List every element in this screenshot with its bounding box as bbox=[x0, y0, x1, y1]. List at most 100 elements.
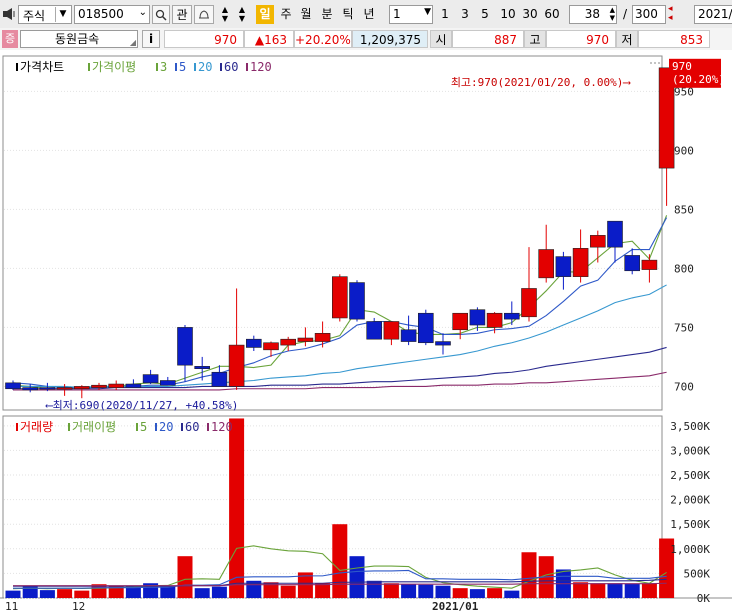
candle-body bbox=[74, 386, 90, 390]
candle-body bbox=[589, 235, 606, 248]
volume-tick-label: 3,000K bbox=[670, 444, 710, 457]
range-separator: / bbox=[622, 7, 628, 21]
minute-preset-1[interactable]: 1 bbox=[438, 5, 452, 24]
x-axis-label: 12 bbox=[72, 600, 85, 613]
low-annotation: ⟵최저:690(2020/11/27, +40.58%) bbox=[45, 399, 238, 412]
period-year-button[interactable]: 년 bbox=[361, 5, 377, 24]
minute-preset-30[interactable]: 30 bbox=[520, 5, 540, 24]
volume-bar bbox=[349, 556, 365, 598]
low-cell: 853 bbox=[638, 30, 710, 48]
stock-name-field[interactable]: 동원금속 ◢ bbox=[20, 30, 138, 48]
price-legend-item: 3 bbox=[160, 60, 167, 74]
volume-bar bbox=[607, 583, 623, 598]
bell-icon bbox=[199, 10, 209, 19]
candle-body bbox=[56, 387, 73, 390]
candle-body bbox=[5, 382, 21, 390]
legend-marker bbox=[207, 423, 209, 431]
mark-button[interactable]: 관 bbox=[172, 5, 192, 24]
volume-bar bbox=[487, 588, 503, 598]
reset-icon[interactable]: ◂ ◂ bbox=[668, 5, 682, 24]
candle-body bbox=[22, 387, 39, 391]
volume-bar bbox=[624, 583, 640, 598]
legend-marker bbox=[194, 63, 196, 71]
resize-icon: ◢ bbox=[129, 38, 136, 47]
unit-select[interactable]: 1 ▼ bbox=[389, 5, 433, 24]
volume-bar bbox=[590, 583, 606, 598]
legend-marker bbox=[16, 63, 18, 71]
candle-body bbox=[297, 337, 314, 342]
candle-body bbox=[607, 220, 623, 248]
volume-bar bbox=[211, 586, 227, 598]
volume-cell: 1,209,375 bbox=[352, 30, 428, 48]
volume-bar bbox=[366, 580, 382, 598]
minute-preset-5[interactable]: 5 bbox=[478, 5, 492, 24]
period-minute-button[interactable]: 분 bbox=[319, 5, 335, 24]
volume-bar bbox=[435, 585, 451, 598]
candle-body bbox=[331, 276, 348, 319]
stock-chart[interactable]: 7007508008509009500K500K1,000K1,500K2,00… bbox=[0, 50, 732, 613]
volume-bar bbox=[521, 552, 537, 598]
candle-body bbox=[486, 312, 503, 328]
change-cell: ▲163 bbox=[244, 30, 294, 48]
candle-body bbox=[572, 248, 589, 277]
volume-tick-label: 500K bbox=[684, 567, 711, 580]
prev-next-spinner[interactable]: ▲ ▼ bbox=[217, 5, 233, 24]
scroll-spinner[interactable]: ▲ ▼ bbox=[236, 5, 248, 24]
legend-marker bbox=[68, 423, 70, 431]
open-cell: 887 bbox=[452, 30, 524, 48]
market-badge: 증 bbox=[2, 30, 18, 48]
candle-body bbox=[469, 309, 486, 326]
range-shown-value: 38 bbox=[584, 7, 600, 21]
chevron-down-icon: ⌄ bbox=[138, 7, 147, 18]
legend-marker bbox=[136, 423, 138, 431]
quote-bar: 증 동원금속 ◢ i 970 ▲163 +20.20% 1,209,375 시 … bbox=[0, 28, 732, 51]
candle-body bbox=[246, 338, 262, 348]
minute-preset-60[interactable]: 60 bbox=[542, 5, 562, 24]
change-pct-cell: +20.20% bbox=[294, 30, 352, 48]
x-axis-label: 2021/01 bbox=[432, 600, 479, 613]
range-shown-input[interactable]: 38 ▲ ▼ bbox=[569, 5, 617, 24]
volume-tick-label: 3,500K bbox=[670, 420, 710, 433]
candle-body bbox=[538, 249, 555, 279]
period-week-button[interactable]: 주 bbox=[278, 5, 294, 24]
code-input[interactable]: 018500 ⌄ bbox=[74, 5, 150, 24]
search-button[interactable] bbox=[152, 5, 170, 24]
volume-tick-label: 2,500K bbox=[670, 469, 710, 482]
range-total-input[interactable]: 300 bbox=[632, 5, 666, 24]
candle-body bbox=[108, 383, 124, 388]
volume-tick-label: 0K bbox=[697, 592, 711, 605]
price-tick-label: 850 bbox=[674, 203, 694, 216]
candle-body bbox=[280, 338, 297, 346]
stock-name: 동원금속 bbox=[55, 32, 100, 46]
sync-button[interactable] bbox=[194, 5, 214, 24]
price-tick-label: 750 bbox=[674, 321, 694, 334]
legend-marker bbox=[175, 63, 177, 71]
minute-preset-3[interactable]: 3 bbox=[458, 5, 472, 24]
speaker-icon[interactable] bbox=[2, 7, 16, 21]
market-value: 주식 bbox=[23, 9, 46, 23]
minute-preset-10[interactable]: 10 bbox=[498, 5, 518, 24]
volume-tick-label: 1,000K bbox=[670, 543, 710, 556]
date-value: 2021/0 bbox=[698, 7, 732, 21]
legend-marker bbox=[156, 63, 158, 71]
date-input[interactable]: 2021/0 bbox=[694, 5, 732, 24]
info-button[interactable]: i bbox=[142, 30, 160, 48]
period-tick-button[interactable]: 틱 bbox=[340, 5, 356, 24]
candle-body bbox=[263, 342, 279, 351]
price-legend-item: 가격이평 bbox=[92, 60, 136, 74]
period-day-button[interactable]: 일 bbox=[256, 5, 274, 24]
current-price-pct: (20.20%) bbox=[672, 73, 725, 86]
candle-body bbox=[435, 341, 451, 346]
candle-body bbox=[314, 332, 331, 342]
market-select[interactable]: 주식 ▼ bbox=[18, 5, 72, 24]
period-month-button[interactable]: 월 bbox=[298, 5, 314, 24]
volume-bar bbox=[57, 589, 73, 598]
price-panel bbox=[2, 55, 663, 411]
volume-bar bbox=[418, 584, 434, 598]
open-label: 시 bbox=[430, 30, 452, 48]
legend-marker bbox=[220, 63, 222, 71]
candle-body bbox=[555, 256, 572, 277]
candle-body bbox=[366, 321, 383, 340]
candle-body bbox=[521, 288, 537, 318]
legend-marker bbox=[88, 63, 90, 71]
